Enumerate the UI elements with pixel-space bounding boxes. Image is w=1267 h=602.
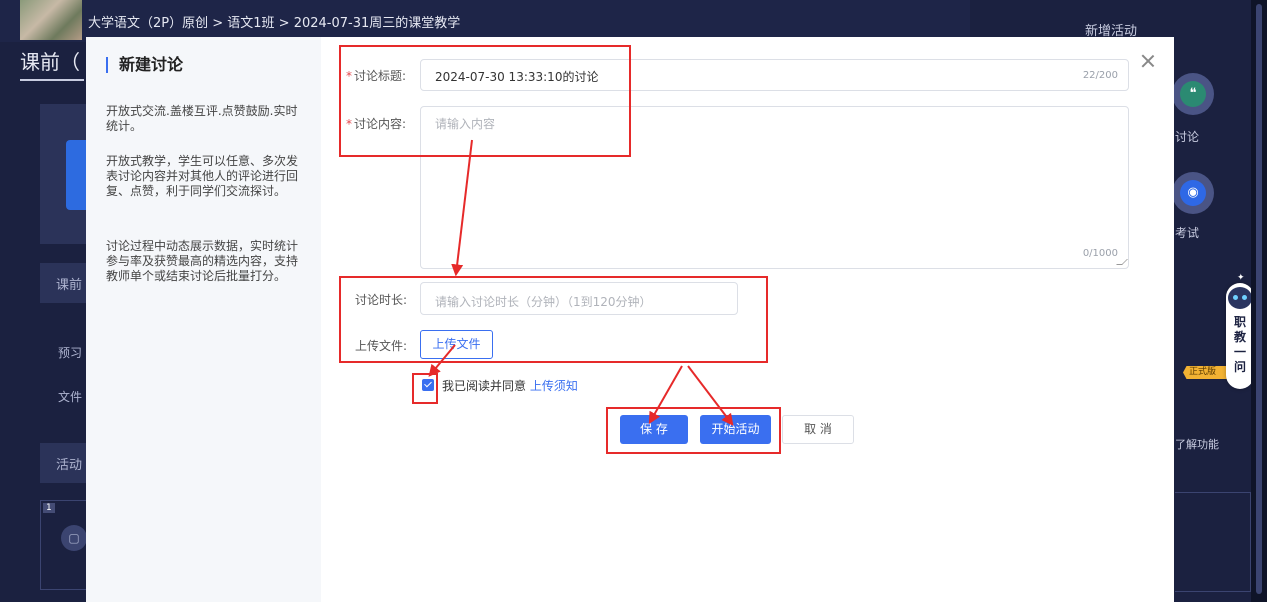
official-version-badge: 正式版 — [1183, 366, 1227, 379]
agree-text: 我已阅读并同意 上传须知 — [442, 379, 578, 393]
antenna-icon: ✦ — [1237, 273, 1245, 283]
file-item[interactable]: 文件 — [58, 388, 86, 405]
course-thumbnail — [20, 0, 82, 40]
discussion-tool-label: 讨论 — [1175, 130, 1200, 144]
upload-label: 上传文件: — [355, 339, 408, 353]
dialog-title: 新建讨论 — [106, 57, 183, 73]
description-3: 讨论过程中动态展示数据，实时统计参与率及获赞最高的精选内容，支持教师单个或结束讨… — [106, 239, 299, 283]
duration-input[interactable]: 请输入讨论时长（分钟）（1到120分钟） — [420, 282, 738, 315]
content-textarea[interactable]: 请输入内容 0/1000 — [420, 106, 1129, 269]
exam-icon: ◉ — [1180, 180, 1206, 206]
duration-placeholder: 请输入讨论时长（分钟）（1到120分钟） — [435, 295, 652, 309]
start-activity-button[interactable]: 开始活动 — [700, 415, 771, 444]
description-2: 开放式教学，学生可以任意、多次发表讨论内容并对其他人的评论进行回复、点赞，利于同… — [106, 154, 299, 198]
scrollbar[interactable] — [1251, 0, 1267, 602]
learn-features-link[interactable]: 了解功能 — [1175, 436, 1219, 452]
agree-checkbox[interactable] — [422, 379, 434, 391]
exam-tool-button[interactable]: ◉ — [1172, 172, 1214, 214]
new-discussion-dialog: 新建讨论 开放式交流.盖楼互评.点赞鼓励.实时统计。 开放式教学，学生可以任意、… — [86, 37, 1174, 602]
item-number: 1 — [43, 503, 55, 513]
content-counter: 0/1000 — [1082, 248, 1118, 259]
cancel-button[interactable]: 取 消 — [782, 415, 854, 444]
content-placeholder: 请输入内容 — [435, 117, 496, 131]
assistant-widget[interactable]: ✦ 职教一问 — [1226, 273, 1254, 389]
description-1: 开放式交流.盖楼互评.点赞鼓励.实时统计。 — [106, 104, 298, 133]
section-title[interactable]: 课前（ — [20, 46, 84, 81]
dialog-sidebar: 新建讨论 开放式交流.盖楼互评.点赞鼓励.实时统计。 开放式教学，学生可以任意、… — [86, 37, 321, 602]
breadcrumb[interactable]: 大学语文（2P）原创 > 语文1班 > 2024-07-31周三的课堂教学 — [88, 12, 460, 31]
save-button[interactable]: 保 存 — [620, 415, 688, 444]
title-counter: 22/200 — [1082, 70, 1118, 81]
close-icon[interactable] — [1139, 53, 1157, 71]
upload-notice-link[interactable]: 上传须知 — [530, 379, 578, 393]
robot-icon — [1228, 287, 1252, 309]
upload-file-button[interactable]: 上传文件 — [420, 330, 493, 359]
right-panel — [1175, 492, 1251, 592]
content-label: * 讨论内容: — [346, 117, 407, 131]
activity-list-panel: 1 ▢ — [40, 500, 87, 590]
preview-item[interactable]: 预习 — [58, 344, 86, 361]
exam-tool-label: 考试 — [1175, 226, 1200, 240]
assistant-label: 职教一问 — [1233, 315, 1246, 374]
title-label: * 讨论标题: — [346, 69, 407, 83]
section-card[interactable] — [40, 104, 86, 244]
pre-class-button[interactable]: 课前 — [40, 263, 86, 303]
document-icon: ▢ — [61, 525, 87, 551]
title-value: 2024-07-30 13:33:10的讨论 — [435, 70, 599, 84]
duration-label: 讨论时长: — [355, 293, 408, 307]
discussion-tool-button[interactable]: ❝ — [1172, 73, 1214, 115]
discussion-icon: ❝ — [1180, 81, 1206, 107]
resize-handle-icon[interactable] — [1116, 259, 1128, 265]
title-input[interactable]: 2024-07-30 13:33:10的讨论 22/200 — [420, 59, 1129, 91]
activity-button[interactable]: 活动 — [40, 443, 86, 483]
